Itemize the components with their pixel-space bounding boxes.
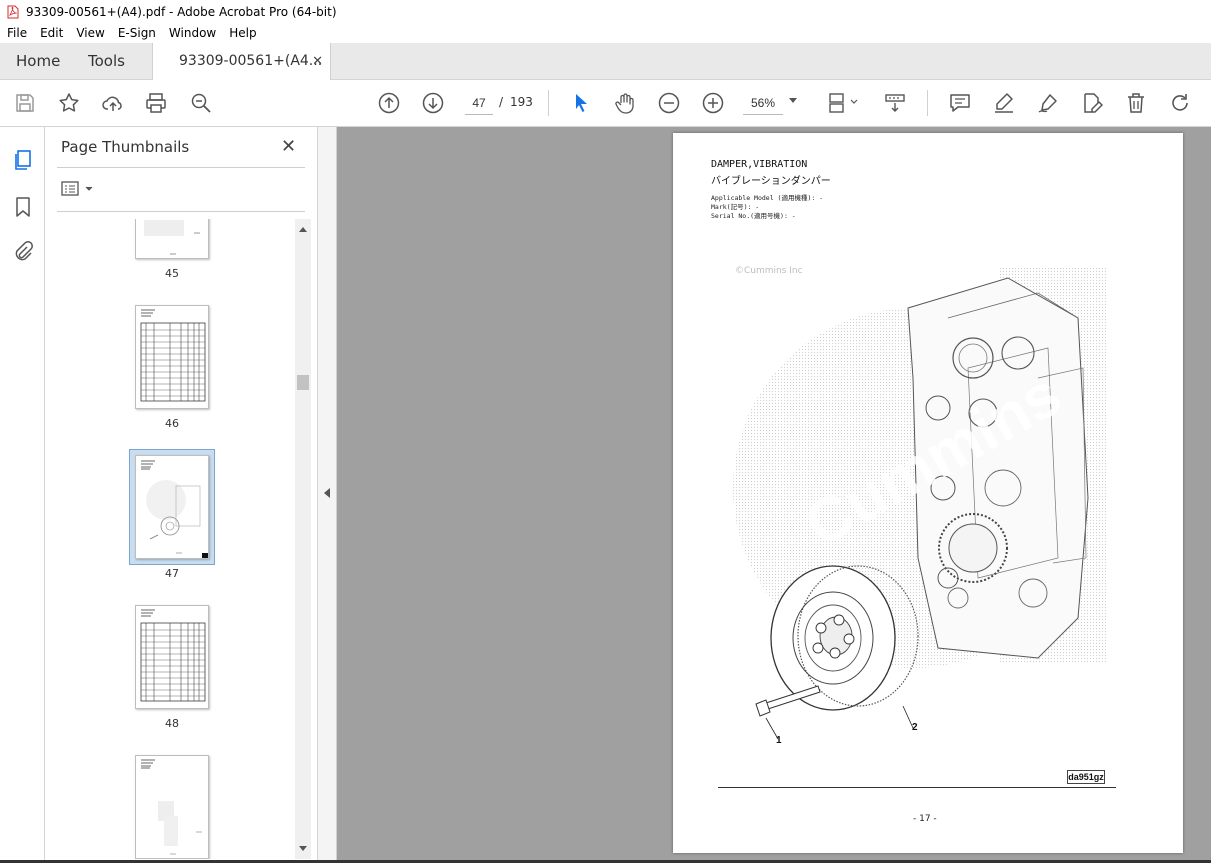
page-title-japanese: バイブレーションダンパー: [711, 176, 831, 187]
panel-divider: [57, 167, 305, 168]
collapse-left-icon[interactable]: [324, 488, 330, 498]
edit-pdf-icon[interactable]: [1080, 91, 1104, 115]
zoom-out-icon[interactable]: [657, 91, 681, 115]
tab-document-label: 93309-00561+(A4...: [179, 53, 323, 69]
thumbnail-label: 48: [165, 717, 179, 730]
acrobat-pdf-icon: [7, 5, 19, 18]
page-up-icon[interactable]: [377, 91, 401, 115]
menu-file[interactable]: File: [0, 26, 33, 40]
thumbnail-page-49[interactable]: [135, 755, 209, 859]
page-display-icon[interactable]: [827, 91, 861, 115]
document-viewer[interactable]: DAMPER,VIBRATION バイブレーションダンパー Applicable…: [337, 127, 1211, 863]
thumbnail-options-icon[interactable]: [61, 180, 97, 198]
search-zoom-icon[interactable]: [189, 91, 213, 115]
page-thumbnails-icon[interactable]: [11, 148, 35, 172]
toolbar-divider: [927, 90, 928, 116]
pdf-page: DAMPER,VIBRATION バイブレーションダンパー Applicable…: [673, 133, 1183, 853]
page-separator: /: [499, 95, 504, 109]
page-meta-serial: Serial No.(適用号機): -: [711, 212, 796, 220]
watermark-copyright: ©Cummins Inc: [735, 266, 803, 276]
thumbnail-page-45[interactable]: [135, 219, 209, 259]
delete-icon[interactable]: [1124, 91, 1148, 115]
hand-tool-icon[interactable]: [613, 91, 637, 115]
tab-close-icon[interactable]: ✕: [312, 43, 323, 80]
tab-bar: Home Tools 93309-00561+(A4... ✕: [0, 43, 1211, 80]
figure-code: da951gz: [1067, 770, 1105, 784]
callout-1: 1: [776, 735, 782, 746]
toolbar-divider: [548, 90, 549, 116]
print-icon[interactable]: [144, 91, 168, 115]
tab-tools[interactable]: Tools: [88, 43, 125, 80]
page-number-input[interactable]: [465, 91, 493, 115]
panel-close-icon[interactable]: ✕: [281, 136, 296, 157]
bookmarks-icon[interactable]: [11, 195, 35, 219]
callout-2: 2: [912, 722, 918, 733]
thumbnail-label: 47: [165, 567, 179, 580]
highlight-pen-icon[interactable]: [992, 91, 1016, 115]
sign-icon[interactable]: [1036, 91, 1060, 115]
thumbnail-page-48[interactable]: [135, 605, 209, 709]
select-arrow-icon[interactable]: [569, 91, 593, 115]
menu-help[interactable]: Help: [222, 26, 262, 40]
page-total: 193: [510, 95, 533, 109]
scroll-up-icon[interactable]: [299, 227, 307, 232]
rotate-icon[interactable]: [1168, 91, 1192, 115]
zoom-level-input[interactable]: [743, 91, 783, 115]
scrollbar-thumb[interactable]: [297, 375, 309, 390]
panel-collapse-handle[interactable]: [318, 127, 337, 863]
window-title: 93309-00561+(A4).pdf - Adobe Acrobat Pro…: [26, 4, 337, 19]
page-footer-rule: [718, 787, 1116, 788]
page-title-english: DAMPER,VIBRATION: [711, 159, 808, 170]
page-thumbnails-panel: Page Thumbnails ✕ 45 46 47 48: [45, 127, 318, 863]
panel-divider: [57, 211, 305, 212]
scroll-mode-icon[interactable]: [883, 91, 907, 115]
thumbnail-list: 45 46 47 48: [57, 219, 295, 859]
tab-home[interactable]: Home: [16, 43, 60, 80]
menu-edit[interactable]: Edit: [33, 26, 69, 40]
upload-cloud-icon[interactable]: [101, 91, 125, 115]
thumbnail-page-46[interactable]: [135, 305, 209, 409]
parts-illustration: Cummins: [733, 268, 1108, 740]
zoom-in-icon[interactable]: [701, 91, 725, 115]
comment-icon[interactable]: [948, 91, 972, 115]
panel-title: Page Thumbnails: [61, 138, 190, 156]
bookmark-star-icon[interactable]: [57, 91, 81, 115]
menu-view[interactable]: View: [69, 26, 110, 40]
thumbnail-page-47[interactable]: [135, 455, 209, 559]
scroll-down-icon[interactable]: [299, 846, 307, 851]
tab-document[interactable]: 93309-00561+(A4... ✕: [152, 43, 331, 80]
left-rail: [0, 127, 45, 863]
save-icon[interactable]: [13, 91, 37, 115]
menu-esign[interactable]: E-Sign: [111, 26, 162, 40]
menu-bar: File Edit View E-Sign Window Help: [0, 23, 1211, 43]
attachments-icon[interactable]: [11, 240, 35, 264]
zoom-dropdown-icon[interactable]: [789, 98, 797, 103]
thumbnail-label: 45: [165, 267, 179, 280]
window-title-bar: 93309-00561+(A4).pdf - Adobe Acrobat Pro…: [0, 0, 1211, 23]
main-toolbar: / 193: [0, 80, 1211, 127]
page-down-icon[interactable]: [421, 91, 445, 115]
page-number: - 17 -: [913, 814, 937, 824]
thumbnail-scrollbar[interactable]: [295, 219, 311, 859]
thumbnail-label: 46: [165, 417, 179, 430]
menu-window[interactable]: Window: [162, 26, 222, 40]
